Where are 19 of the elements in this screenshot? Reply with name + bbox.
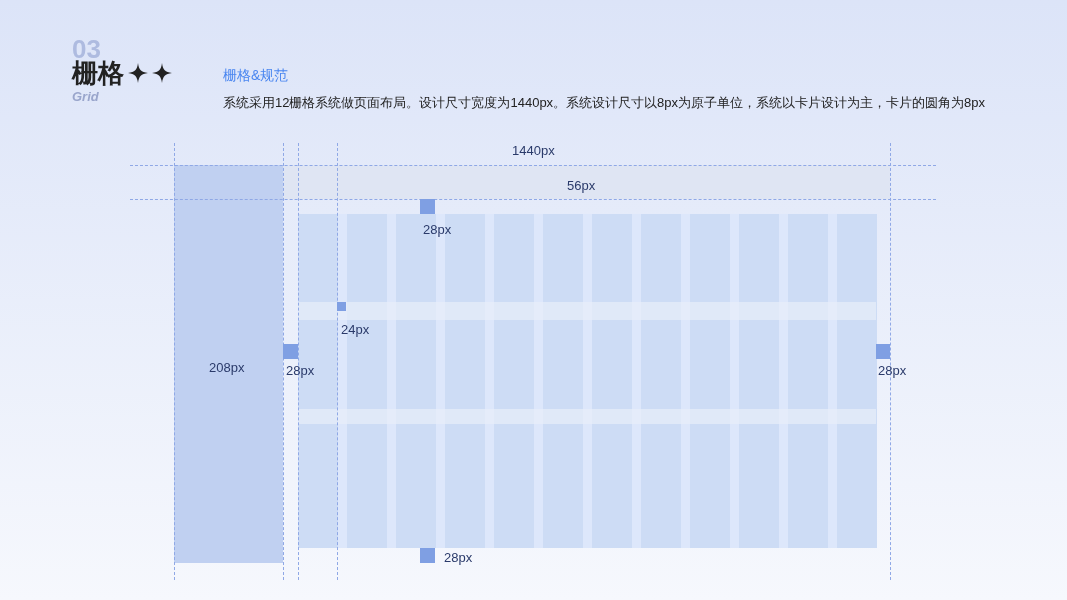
page-title: 栅格 bbox=[72, 60, 124, 86]
spacing-marker bbox=[283, 344, 298, 359]
dimension-label: 208px bbox=[209, 359, 245, 377]
spacing-marker bbox=[337, 302, 346, 311]
sparkle-icon bbox=[152, 63, 172, 83]
spacing-marker bbox=[420, 548, 435, 563]
spacing-marker bbox=[420, 199, 435, 214]
dimension-label: 28px bbox=[444, 549, 473, 567]
description: 系统采用12栅格系统做页面布局。设计尺寸宽度为1440px。系统设计尺寸以8px为原子单位，系统以卡片设计为主，卡片的圆角为8px bbox=[223, 94, 986, 112]
dimension-label: 28px bbox=[286, 362, 315, 380]
spacing-marker bbox=[876, 344, 890, 359]
section-title: 栅格&规范 bbox=[223, 66, 289, 85]
dimension-label: 56px bbox=[567, 177, 596, 195]
dimension-label: 28px bbox=[878, 362, 907, 380]
page-subtitle: Grid bbox=[72, 90, 100, 103]
sparkle-icon bbox=[128, 63, 148, 83]
dimension-label: 24px bbox=[341, 321, 370, 339]
dimension-label: 1440px bbox=[512, 142, 555, 160]
dimension-label: 28px bbox=[423, 221, 452, 239]
